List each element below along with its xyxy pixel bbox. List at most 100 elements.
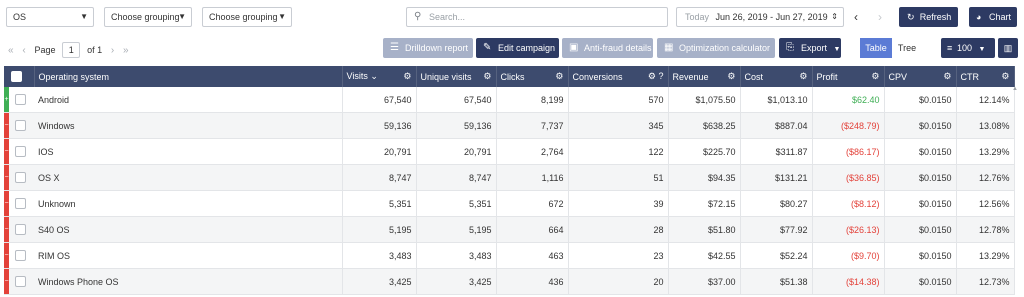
cell-revenue: $225.70	[668, 138, 741, 165]
cell-operating-system: RIM OS	[34, 242, 343, 269]
gear-icon[interactable]: ⚙	[1001, 66, 1009, 87]
select-all-checkbox[interactable]	[11, 71, 22, 83]
row-checkbox[interactable]	[15, 250, 26, 261]
cell-cost: $77.92	[740, 216, 813, 243]
edit-campaign-button[interactable]: ✎ Edit campaign	[476, 38, 559, 58]
gear-icon[interactable]: ⚙	[483, 66, 491, 87]
page-input[interactable]: 1	[62, 42, 81, 58]
export-label: Export	[801, 43, 828, 53]
gear-icon[interactable]: ⚙	[727, 66, 735, 87]
table-row[interactable]: − Unknown 5,351 5,351 672 39 $72.15 $80.27 ($8.1…	[4, 190, 1015, 217]
optimization-calculator-button[interactable]: ▦ Optimization calculator	[657, 38, 775, 58]
columns-button[interactable]: ▥	[998, 38, 1018, 58]
row-status-icon[interactable]: −	[4, 243, 9, 268]
first-page-icon[interactable]: «	[8, 43, 14, 59]
select-all-cell	[4, 66, 35, 87]
export-icon: ⎘	[786, 42, 794, 53]
export-button[interactable]: ⎘ Export ▼	[779, 38, 841, 58]
row-status-icon[interactable]: −	[4, 191, 9, 216]
cell-clicks: 8,199	[496, 87, 569, 113]
next-page-icon[interactable]: ›	[111, 43, 114, 59]
refresh-button[interactable]: ↻ Refresh	[899, 7, 958, 27]
scroll-up-icon[interactable]: ▲	[1012, 86, 1018, 92]
row-status-icon[interactable]: −	[4, 139, 9, 164]
gear-icon[interactable]: ⚙	[943, 66, 951, 87]
cell-ctr: 12.78%	[956, 216, 1015, 243]
col-cpv[interactable]: CPV ⚙	[884, 66, 957, 87]
gear-icon[interactable]: ⚙	[871, 66, 879, 87]
cell-ctr: 12.14%	[956, 87, 1015, 113]
prev-page-icon[interactable]: ‹	[22, 43, 25, 59]
row-checkbox[interactable]	[15, 94, 26, 105]
prev-period-button[interactable]: ‹	[846, 7, 866, 27]
cell-visits: 20,791	[342, 138, 417, 165]
chart-label: Chart	[988, 12, 1011, 22]
cell-conversions: 122	[568, 138, 669, 165]
cell-visits: 67,540	[342, 87, 417, 113]
cell-revenue: $94.35	[668, 164, 741, 191]
table-scrollbar[interactable]: ▲	[1012, 86, 1020, 288]
grouping-select-1[interactable]: OS ▼	[6, 7, 94, 27]
rows-icon: ≡	[947, 43, 953, 53]
antifraud-details-button[interactable]: ▣ Anti-fraud details	[562, 38, 653, 58]
col-revenue[interactable]: Revenue ⚙	[668, 66, 741, 87]
row-status-icon[interactable]: −	[4, 269, 9, 294]
col-label: Revenue	[672, 71, 709, 82]
row-controls: −	[4, 112, 34, 139]
row-checkbox[interactable]	[15, 224, 26, 235]
cell-cpv: $0.0150	[884, 242, 957, 269]
cell-ctr: 12.73%	[956, 268, 1015, 295]
table-row[interactable]: − Windows Phone OS 3,425 3,425 436 20 $37.00 $5…	[4, 268, 1015, 295]
report-table: Operating system Visits ⌄ ⚙ Unique visits…	[4, 66, 1015, 295]
col-label: Profit	[816, 71, 838, 82]
date-range-picker[interactable]: Today Jun 26, 2019 - Jun 27, 2019 ⇕	[676, 7, 844, 27]
row-checkbox[interactable]	[15, 198, 26, 209]
cell-conversions: 51	[568, 164, 669, 191]
col-visits[interactable]: Visits ⌄ ⚙	[342, 66, 417, 87]
gear-icon[interactable]: ⚙	[403, 66, 411, 87]
cell-cost: $51.38	[740, 268, 813, 295]
table-row[interactable]: − IOS 20,791 20,791 2,764 122 $225.70 $311.87 ($…	[4, 138, 1015, 165]
col-ctr[interactable]: CTR ⚙	[956, 66, 1015, 87]
row-checkbox[interactable]	[15, 120, 26, 131]
col-conversions[interactable]: Conversions ⚙ ?	[568, 66, 669, 87]
help-icon[interactable]: ⚙ ?	[648, 66, 664, 87]
cell-clicks: 664	[496, 216, 569, 243]
search-input[interactable]: ⚲ Search...	[406, 7, 668, 27]
row-status-icon[interactable]: −	[4, 113, 9, 138]
row-status-icon[interactable]: +	[4, 87, 9, 112]
cell-operating-system: Unknown	[34, 190, 343, 217]
next-period-button[interactable]: ›	[870, 7, 890, 27]
col-profit[interactable]: Profit ⚙	[812, 66, 885, 87]
cell-cost: $52.24	[740, 242, 813, 269]
row-checkbox[interactable]	[15, 276, 26, 287]
col-operating-system[interactable]: Operating system	[34, 66, 343, 87]
chart-button[interactable]: ◕ Chart	[969, 7, 1017, 27]
drilldown-report-button[interactable]: ☰ Drilldown report	[383, 38, 473, 58]
row-checkbox[interactable]	[15, 172, 26, 183]
grouping-select-2[interactable]: Choose grouping ▼	[104, 7, 192, 27]
col-cost[interactable]: Cost ⚙	[740, 66, 813, 87]
col-unique-visits[interactable]: Unique visits ⚙	[416, 66, 497, 87]
grouping-select-3[interactable]: Choose grouping ▼	[202, 7, 292, 27]
table-row[interactable]: − Windows 59,136 59,136 7,737 345 $638.25 $887.…	[4, 112, 1015, 139]
col-clicks[interactable]: Clicks ⚙	[496, 66, 569, 87]
up-down-icon: ⇕	[831, 12, 838, 21]
cell-clicks: 672	[496, 190, 569, 217]
gear-icon[interactable]: ⚙	[799, 66, 807, 87]
row-controls: −	[4, 190, 34, 217]
table-row[interactable]: + Android 67,540 67,540 8,199 570 $1,075.50 $1,…	[4, 87, 1015, 113]
row-checkbox[interactable]	[15, 146, 26, 157]
table-row[interactable]: − RIM OS 3,483 3,483 463 23 $42.55 $52.24 ($9.70…	[4, 242, 1015, 269]
tree-view-toggle[interactable]: Tree	[892, 38, 922, 58]
table-row[interactable]: − OS X 8,747 8,747 1,116 51 $94.35 $131.21 ($36.…	[4, 164, 1015, 191]
table-row[interactable]: − S40 OS 5,195 5,195 664 28 $51.80 $77.92 ($26.1…	[4, 216, 1015, 243]
cell-revenue: $72.15	[668, 190, 741, 217]
row-status-icon[interactable]: −	[4, 217, 9, 242]
row-controls: −	[4, 268, 34, 295]
row-status-icon[interactable]: −	[4, 165, 9, 190]
gear-icon[interactable]: ⚙	[555, 66, 563, 87]
last-page-icon[interactable]: »	[123, 43, 129, 59]
rows-per-page-select[interactable]: ≡ 100 ▼	[941, 38, 995, 58]
table-view-toggle[interactable]: Table	[860, 38, 892, 58]
